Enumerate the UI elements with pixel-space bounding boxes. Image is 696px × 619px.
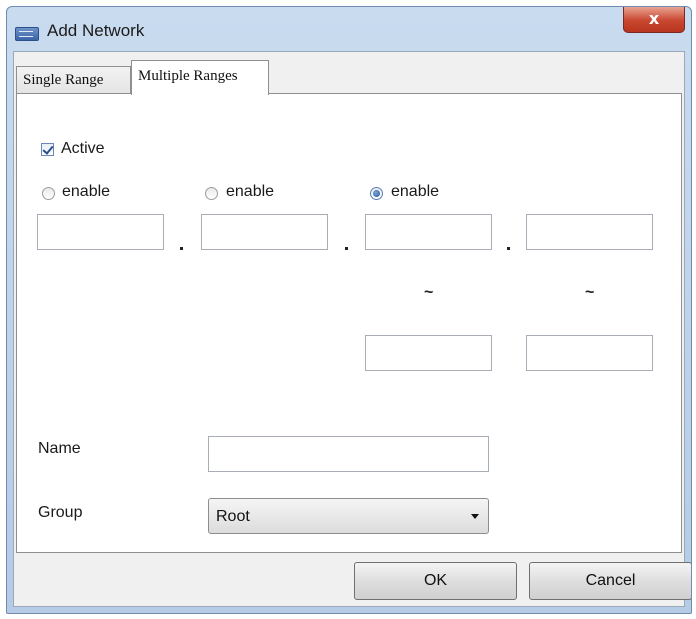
octet-1-start-input[interactable] bbox=[37, 214, 164, 250]
group-select[interactable]: Root bbox=[208, 498, 489, 534]
octet-3-end-input[interactable] bbox=[365, 335, 492, 371]
name-input[interactable] bbox=[208, 436, 489, 472]
add-network-dialog: Add Network x Single Range Multiple Rang… bbox=[6, 6, 692, 614]
octet-separator-dot bbox=[507, 247, 510, 250]
dialog-client-area: Single Range Multiple Ranges Active enab… bbox=[13, 51, 691, 607]
octet-2-start-input[interactable] bbox=[201, 214, 328, 250]
tab-single-range[interactable]: Single Range bbox=[16, 66, 131, 94]
octet-4-start-input[interactable] bbox=[526, 214, 653, 250]
close-icon: x bbox=[648, 9, 660, 28]
active-checkbox[interactable] bbox=[41, 143, 54, 156]
octet-3-enable-label: enable bbox=[391, 183, 440, 200]
cancel-button[interactable]: Cancel bbox=[529, 562, 691, 600]
ok-button[interactable]: OK bbox=[354, 562, 517, 600]
octet-separator-dot bbox=[345, 247, 348, 250]
range-separator-octet-3: ~ bbox=[424, 284, 434, 301]
chevron-down-icon bbox=[471, 514, 479, 519]
group-selected-value: Root bbox=[216, 508, 250, 525]
close-button[interactable]: x bbox=[623, 7, 685, 33]
active-label: Active bbox=[61, 140, 105, 157]
octet-2-enable-radio[interactable] bbox=[205, 187, 218, 200]
octet-2-enable-label: enable bbox=[226, 183, 275, 200]
octet-1-enable-radio[interactable] bbox=[42, 187, 55, 200]
tab-multiple-ranges[interactable]: Multiple Ranges bbox=[131, 60, 269, 95]
group-label: Group bbox=[38, 504, 83, 521]
name-label: Name bbox=[38, 440, 81, 457]
octet-3-enable-radio[interactable] bbox=[370, 187, 383, 200]
octet-1-enable-label: enable bbox=[62, 183, 111, 200]
title-bar[interactable]: Add Network x bbox=[7, 7, 691, 53]
range-separator-octet-4: ~ bbox=[585, 284, 595, 301]
tab-panel-multiple-ranges bbox=[16, 93, 682, 553]
octet-separator-dot bbox=[180, 247, 183, 250]
network-app-icon bbox=[15, 27, 39, 41]
dialog-title: Add Network bbox=[47, 21, 145, 40]
octet-4-end-input[interactable] bbox=[526, 335, 653, 371]
octet-3-start-input[interactable] bbox=[365, 214, 492, 250]
